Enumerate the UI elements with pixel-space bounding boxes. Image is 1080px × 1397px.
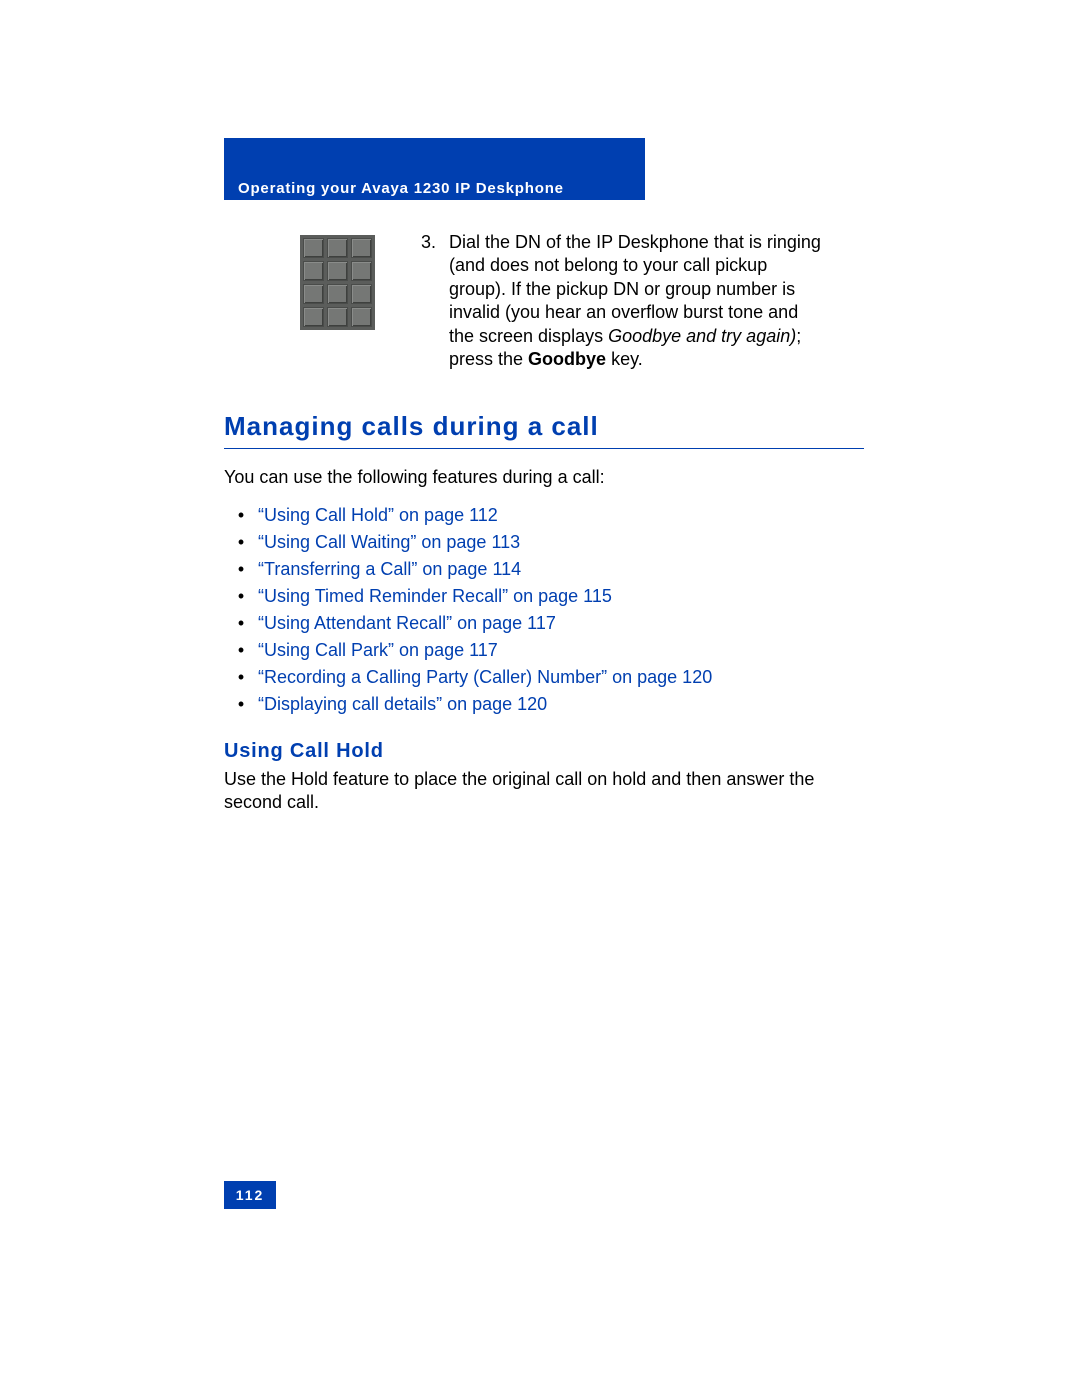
list-item: “Using Call Park” on page 117 <box>224 637 712 664</box>
list-item: “Using Call Hold” on page 112 <box>224 502 712 529</box>
link-displaying-details[interactable]: “Displaying call details” on page 120 <box>258 694 547 714</box>
heading-managing-calls: Managing calls during a call <box>224 411 864 449</box>
link-recording-caller[interactable]: “Recording a Calling Party (Caller) Numb… <box>258 667 712 687</box>
list-item: “Displaying call details” on page 120 <box>224 691 712 718</box>
step-number: 3. <box>421 231 449 254</box>
italic-text: Goodbye and try again) <box>608 326 796 346</box>
list-item: “Transferring a Call” on page 114 <box>224 556 712 583</box>
link-attendant-recall[interactable]: “Using Attendant Recall” on page 117 <box>258 613 556 633</box>
link-call-waiting[interactable]: “Using Call Waiting” on page 113 <box>258 532 520 552</box>
page-number: 112 <box>224 1181 276 1209</box>
link-transferring-call[interactable]: “Transferring a Call” on page 114 <box>258 559 521 579</box>
feature-links-list: “Using Call Hold” on page 112 “Using Cal… <box>224 502 712 718</box>
call-hold-paragraph: Use the Hold feature to place the origin… <box>224 768 864 815</box>
list-item: “Using Call Waiting” on page 113 <box>224 529 712 556</box>
link-timed-reminder[interactable]: “Using Timed Reminder Recall” on page 11… <box>258 586 612 606</box>
document-page: Operating your Avaya 1230 IP Deskphone 3… <box>0 0 1080 1397</box>
link-call-park[interactable]: “Using Call Park” on page 117 <box>258 640 498 660</box>
intro-paragraph: You can use the following features durin… <box>224 467 605 488</box>
link-call-hold[interactable]: “Using Call Hold” on page 112 <box>258 505 498 525</box>
step-3: 3.Dial the DN of the IP Deskphone that i… <box>421 231 831 371</box>
list-item: “Using Timed Reminder Recall” on page 11… <box>224 583 712 610</box>
keypad-icon <box>300 235 375 330</box>
running-header: Operating your Avaya 1230 IP Deskphone <box>238 180 564 197</box>
list-item: “Recording a Calling Party (Caller) Numb… <box>224 664 712 691</box>
heading-using-call-hold: Using Call Hold <box>224 740 384 763</box>
list-item: “Using Attendant Recall” on page 117 <box>224 610 712 637</box>
goodbye-key-label: Goodbye <box>528 349 606 369</box>
step-text: Dial the DN of the IP Deskphone that is … <box>449 231 821 371</box>
